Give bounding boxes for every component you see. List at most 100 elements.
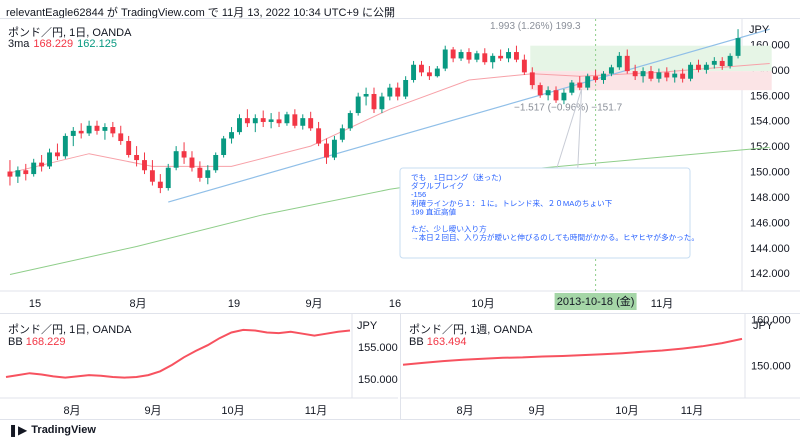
main-chart[interactable]: 142.000 144.000 146.000 148.000 150.000 152.0… bbox=[0, 19, 800, 329]
candle-up bbox=[608, 67, 614, 74]
candle-up bbox=[616, 55, 622, 68]
candle-up bbox=[545, 90, 551, 96]
candle-up bbox=[252, 118, 258, 124]
candle-down bbox=[244, 118, 250, 124]
sub-right-time-tick-label: 11月 bbox=[681, 405, 703, 417]
note-line: 利確ラインから１：１に。トレンド来、２０MAのちょい下 bbox=[411, 198, 613, 208]
candle-down bbox=[149, 170, 155, 182]
measure-top-label: 1.993 (1.26%) 199.3 bbox=[490, 21, 581, 32]
candle-down bbox=[260, 118, 266, 122]
candle-down bbox=[324, 143, 329, 158]
candle-down bbox=[450, 49, 456, 59]
time-tick-label: 16 bbox=[389, 298, 401, 310]
sub-left-time-tick-label: 11月 bbox=[305, 405, 327, 417]
candle-up bbox=[688, 64, 694, 79]
sub-left-price-tick-label: 155.000 bbox=[358, 342, 398, 354]
candle-down bbox=[577, 82, 583, 88]
time-tick-label: 10月 bbox=[471, 298, 494, 310]
candle-up bbox=[47, 152, 52, 167]
sub-right-time-tick-label: 8月 bbox=[456, 405, 473, 417]
candle-down bbox=[395, 87, 401, 97]
candle-down bbox=[197, 167, 203, 178]
sub-right-title: ポンド／円, 1週, OANDA bbox=[409, 324, 533, 336]
main-indicator-value-2: 162.125 bbox=[77, 38, 117, 50]
candle-up bbox=[506, 52, 511, 59]
time-tick-label: 15 bbox=[29, 298, 41, 310]
main-indicator-value-1: 168.229 bbox=[33, 38, 74, 50]
sub-left-title: ポンド／円, 1日, OANDA bbox=[8, 324, 132, 336]
candle-up bbox=[434, 68, 440, 77]
note-line: 199 直近高値 bbox=[411, 206, 457, 216]
candle-down bbox=[648, 71, 654, 79]
candle-up bbox=[703, 64, 709, 70]
candle-down bbox=[316, 128, 322, 144]
price-tick-label: 156.000 bbox=[750, 90, 790, 102]
sub-left-time-tick-label: 9月 bbox=[144, 405, 161, 417]
candle-up bbox=[347, 113, 353, 129]
candle-up bbox=[205, 170, 211, 178]
candle-up bbox=[585, 76, 591, 88]
candle-down bbox=[39, 162, 45, 167]
candle-up bbox=[237, 118, 242, 133]
price-tick-label: 142.000 bbox=[750, 268, 790, 280]
footer-brand[interactable]: ❚▶ TradingView bbox=[8, 423, 96, 437]
candle-down bbox=[126, 141, 132, 155]
candle-up bbox=[268, 119, 274, 122]
candle-up bbox=[165, 167, 171, 189]
candle-up bbox=[31, 162, 37, 175]
candle-down bbox=[23, 170, 29, 175]
candle-up bbox=[229, 132, 235, 139]
candle-down bbox=[157, 181, 163, 189]
candle-up bbox=[672, 73, 678, 78]
time-tick-label: 19 bbox=[228, 298, 240, 310]
measure-bottom-label: −1.517 (−0.96%) −151.7 bbox=[514, 103, 623, 114]
candle-up bbox=[355, 96, 361, 114]
candle-up bbox=[656, 72, 662, 79]
candle-up bbox=[70, 130, 76, 136]
sub-left-price-tick-label: 150.000 bbox=[358, 374, 398, 386]
tradingview-logo-icon: ❚▶ bbox=[8, 423, 28, 437]
main-indicator-legend: 3ma 168.229 162.125 bbox=[8, 38, 117, 50]
sub-left-indicator-legend: BB 168.229 bbox=[8, 336, 66, 348]
sub-left-time-tick-label: 8月 bbox=[63, 405, 80, 417]
candle-down bbox=[624, 55, 630, 72]
candle-down bbox=[426, 72, 432, 77]
candle-down bbox=[482, 53, 488, 63]
candle-down bbox=[513, 52, 519, 60]
price-tick-label: 146.000 bbox=[750, 217, 790, 229]
candle-up bbox=[561, 92, 567, 101]
candle-up bbox=[300, 118, 306, 126]
candle-down bbox=[308, 118, 314, 129]
candle-down bbox=[664, 72, 670, 78]
time-tick-label: 11月 bbox=[651, 298, 673, 310]
candle-up bbox=[387, 87, 393, 97]
candle-up bbox=[331, 139, 337, 158]
price-tick-label: 144.000 bbox=[750, 243, 790, 255]
candle-down bbox=[110, 127, 116, 134]
candle-up bbox=[173, 151, 179, 168]
candle-down bbox=[118, 133, 124, 142]
candle-down bbox=[466, 52, 472, 60]
candle-down bbox=[189, 157, 195, 168]
candle-up bbox=[640, 71, 646, 77]
candle-up bbox=[62, 135, 68, 157]
candle-up bbox=[102, 127, 108, 131]
candle-down bbox=[181, 151, 187, 158]
candle-up bbox=[15, 170, 21, 177]
candle-down bbox=[134, 155, 140, 161]
main-indicator-name: 3ma bbox=[8, 38, 30, 50]
candle-down bbox=[498, 55, 504, 59]
price-tick-label: 148.000 bbox=[750, 192, 790, 204]
candle-down bbox=[529, 72, 535, 86]
candle-down bbox=[371, 93, 377, 110]
candle-up bbox=[458, 52, 464, 59]
candle-up bbox=[284, 114, 290, 124]
time-tick-label: 8月 bbox=[129, 298, 146, 310]
candle-down bbox=[292, 114, 298, 126]
candle-down bbox=[680, 73, 686, 79]
note-line: でも 1日ロング（迷った) bbox=[411, 172, 502, 182]
candle-up bbox=[727, 55, 733, 67]
candle-up bbox=[474, 53, 480, 60]
sub-right-time-tick-label: 9月 bbox=[528, 405, 545, 417]
candle-up bbox=[403, 80, 409, 97]
